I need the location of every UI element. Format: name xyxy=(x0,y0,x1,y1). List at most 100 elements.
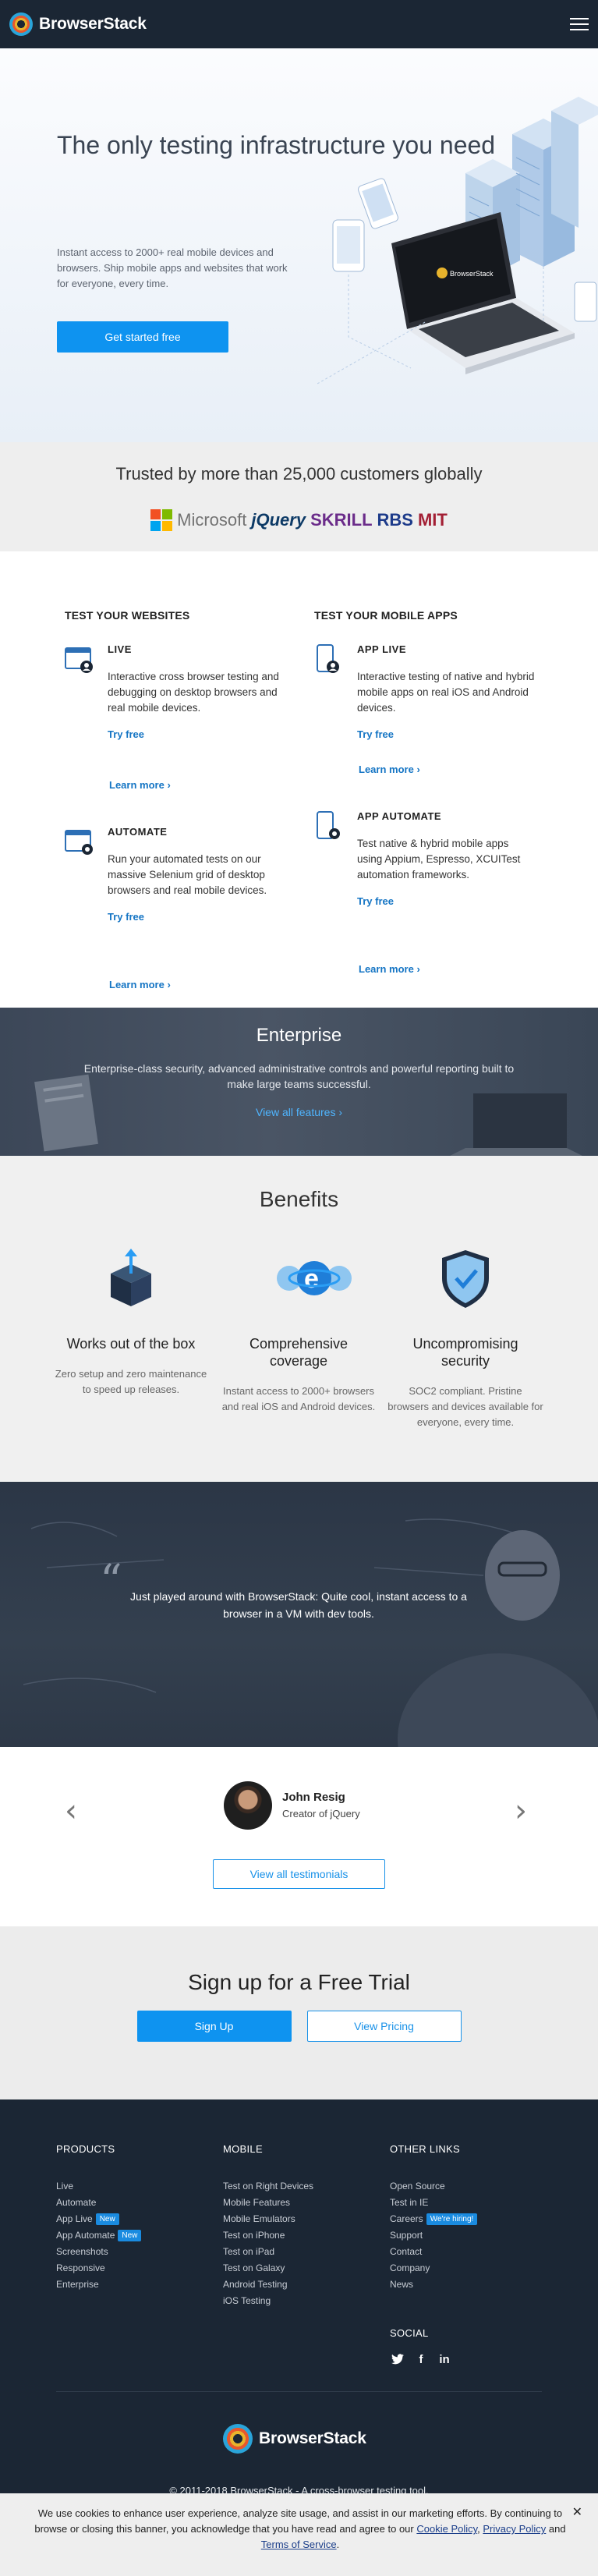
get-started-button[interactable]: Get started free xyxy=(57,321,228,353)
benefit-2-title: Comprehensive coverage xyxy=(249,1336,349,1369)
brand-name: BrowserStack xyxy=(39,15,147,33)
automate-learn-more-link[interactable]: Learn more › xyxy=(109,979,171,990)
twitter-icon[interactable] xyxy=(390,2351,405,2367)
trusted-section: Trusted by more than 25,000 customers gl… xyxy=(0,442,598,551)
cookie-end: . xyxy=(336,2539,340,2550)
benefit-comprehensive-coverage: e Comprehensive coverage Instant access … xyxy=(221,1247,377,1415)
prev-testimonial-chevron-left-icon[interactable]: ‹ xyxy=(65,1795,77,1827)
feature-app-live: APP LIVE Interactive testing of native a… xyxy=(314,643,548,799)
footer-link-support[interactable]: Support xyxy=(390,2230,423,2241)
footer-link-screenshots[interactable]: Screenshots xyxy=(56,2246,108,2257)
footer-social: SOCIAL f in xyxy=(390,2327,477,2367)
linkedin-icon[interactable]: in xyxy=(437,2351,452,2367)
view-all-features-label: View all features xyxy=(255,1106,336,1118)
live-try-free-link[interactable]: Try free xyxy=(108,728,287,740)
feature-live-name: LIVE xyxy=(108,643,132,655)
testimonial-banner: “ Just played around with BrowserStack: … xyxy=(0,1482,598,1747)
footer-link-open-source[interactable]: Open Source xyxy=(390,2181,445,2192)
logo-microsoft: Microsoft xyxy=(177,510,247,530)
sign-up-button[interactable]: Sign Up xyxy=(136,2011,292,2042)
privacy-policy-link[interactable]: Privacy Policy xyxy=(483,2523,546,2535)
footer-brand[interactable]: BrowserStack xyxy=(223,2424,366,2454)
terms-of-service-link[interactable]: Terms of Service xyxy=(261,2539,337,2550)
app-automate-try-free-link[interactable]: Try free xyxy=(357,895,536,907)
avatar xyxy=(224,1781,272,1830)
footer-link-mobile-features[interactable]: Mobile Features xyxy=(223,2197,290,2208)
hiring-badge: We're hiring! xyxy=(426,2213,478,2226)
chevron-right-icon: › xyxy=(416,764,420,775)
mobile-column: TEST YOUR MOBILE APPS xyxy=(314,609,556,622)
view-all-features-link[interactable]: View all features › xyxy=(256,1106,342,1118)
cookie-policy-link[interactable]: Cookie Policy xyxy=(416,2523,477,2535)
footer-link-news[interactable]: News xyxy=(390,2279,413,2290)
logo-skrill: SKRILL xyxy=(310,510,373,530)
signup-title: Sign up for a Free Trial xyxy=(188,1970,410,1994)
footer-link-app-live[interactable]: App Live xyxy=(56,2213,93,2224)
websites-column: TEST YOUR WEBSITES xyxy=(65,609,306,622)
automate-learn-more-label: Learn more xyxy=(109,979,165,990)
live-learn-more-link[interactable]: Learn more › xyxy=(109,779,171,791)
benefit-3-title: Uncompromising security xyxy=(412,1336,518,1369)
footer-link-enterprise[interactable]: Enterprise xyxy=(56,2279,99,2290)
footer-link-ios-testing[interactable]: iOS Testing xyxy=(223,2295,271,2306)
footer-link-app-automate[interactable]: App Automate xyxy=(56,2230,115,2241)
view-all-testimonials-button[interactable]: View all testimonials xyxy=(213,1859,385,1889)
footer-link-company[interactable]: Company xyxy=(390,2262,430,2273)
footer-link-mobile-emulators[interactable]: Mobile Emulators xyxy=(223,2213,295,2224)
brand[interactable]: BrowserStack xyxy=(9,12,147,36)
app-live-learn-more-link[interactable]: Learn more › xyxy=(359,764,420,775)
footer-link-contact[interactable]: Contact xyxy=(390,2246,422,2257)
app-automate-learn-more-link[interactable]: Learn more › xyxy=(359,963,420,975)
enterprise-section: Enterprise Enterprise-class security, ad… xyxy=(0,1008,598,1156)
footer-link-android-testing[interactable]: Android Testing xyxy=(223,2279,288,2290)
footer-link-test-on-ipad[interactable]: Test on iPad xyxy=(223,2246,274,2257)
browserstack-logo-icon xyxy=(9,12,33,36)
shield-check-icon xyxy=(442,1250,489,1308)
automate-try-free-link[interactable]: Try free xyxy=(108,911,287,923)
box-upload-icon xyxy=(111,1249,151,1306)
footer: PRODUCTS Live Automate App Live New App A… xyxy=(0,2099,598,2545)
footer-link-automate[interactable]: Automate xyxy=(56,2197,96,2208)
feature-app-automate: APP AUTOMATE Test native & hybrid mobile… xyxy=(314,810,548,966)
customer-logos: Microsoft jQuery SKRILL RBS MIT xyxy=(0,509,598,531)
hero-section: The only testing infrastructure you need… xyxy=(0,48,598,442)
benefits-section: Benefits Works out of the box Zero setup… xyxy=(0,1156,598,1482)
footer-link-careers[interactable]: Careers xyxy=(390,2213,423,2224)
footer-link-test-on-right-devices[interactable]: Test on Right Devices xyxy=(223,2181,313,2192)
close-icon[interactable]: ✕ xyxy=(572,2504,582,2520)
footer-link-test-on-iphone[interactable]: Test on iPhone xyxy=(223,2230,285,2241)
top-navbar: BrowserStack xyxy=(0,0,598,48)
footer-other-links: OTHER LINKS Open Source Test in IE Caree… xyxy=(390,2143,478,2367)
footer-link-responsive[interactable]: Responsive xyxy=(56,2262,105,2273)
hero-subtitle: Instant access to 2000+ real mobile devi… xyxy=(57,246,288,289)
svg-text:e: e xyxy=(304,1264,319,1294)
chevron-right-icon: › xyxy=(416,963,420,975)
footer-products-title: PRODUCTS xyxy=(56,2143,115,2155)
footer-link-test-in-ie[interactable]: Test in IE xyxy=(390,2197,428,2208)
cookie-text: We use cookies to enhance user experienc… xyxy=(31,2506,569,2553)
websites-title: TEST YOUR WEBSITES xyxy=(65,609,190,622)
logo-mit: MIT xyxy=(417,510,448,530)
benefit-1-desc: Zero setup and zero maintenance to speed… xyxy=(55,1368,207,1395)
feature-app-live-desc: Interactive testing of native and hybrid… xyxy=(357,671,535,714)
feature-live: LIVE Interactive cross browser testing a… xyxy=(65,643,299,799)
footer-link-live[interactable]: Live xyxy=(56,2181,73,2192)
facebook-icon[interactable]: f xyxy=(413,2351,429,2367)
benefit-3-desc: SOC2 compliant. Pristine browsers and de… xyxy=(387,1385,543,1428)
feature-live-desc: Interactive cross browser testing and de… xyxy=(108,671,279,714)
feature-app-live-name: APP LIVE xyxy=(357,643,407,655)
next-testimonial-chevron-right-icon[interactable]: › xyxy=(515,1795,527,1827)
benefit-1-title: Works out of the box xyxy=(66,1336,196,1352)
app-live-learn-more-label: Learn more xyxy=(359,764,414,775)
chevron-right-icon: › xyxy=(167,779,171,791)
hamburger-menu-icon[interactable] xyxy=(570,18,589,30)
footer-social-title: SOCIAL xyxy=(390,2327,429,2339)
footer-link-test-on-galaxy[interactable]: Test on Galaxy xyxy=(223,2262,285,2273)
browsers-icon: e xyxy=(277,1261,352,1295)
trusted-heading: Trusted by more than 25,000 customers gl… xyxy=(115,464,483,484)
testimonial-name: John Resig xyxy=(282,1791,345,1804)
benefit-2-desc: Instant access to 2000+ browsers and rea… xyxy=(221,1385,376,1412)
benefit-works-out-of-box: Works out of the box Zero setup and zero… xyxy=(53,1247,209,1398)
app-live-try-free-link[interactable]: Try free xyxy=(357,728,536,740)
view-pricing-button[interactable]: View Pricing xyxy=(306,2011,462,2042)
